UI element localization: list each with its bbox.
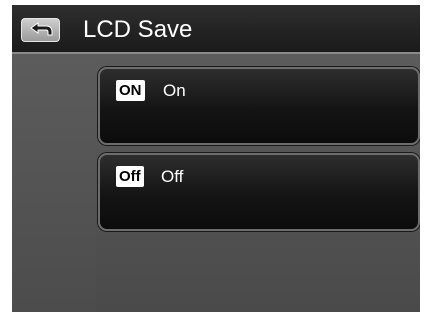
option-off[interactable]: Off Off (98, 153, 420, 231)
option-label: Off (161, 167, 184, 186)
title-bar: LCD Save (12, 5, 420, 54)
page-title: LCD Save (83, 16, 193, 43)
lcd-screen: LCD Save ON On Off Off (12, 5, 420, 312)
option-on[interactable]: ON On (98, 67, 420, 145)
back-button[interactable] (21, 18, 60, 42)
option-label: On (163, 81, 186, 100)
off-badge-icon: Off (116, 166, 144, 187)
on-badge-icon: ON (116, 80, 145, 101)
side-panel (12, 54, 96, 312)
back-arrow-icon (29, 22, 52, 36)
